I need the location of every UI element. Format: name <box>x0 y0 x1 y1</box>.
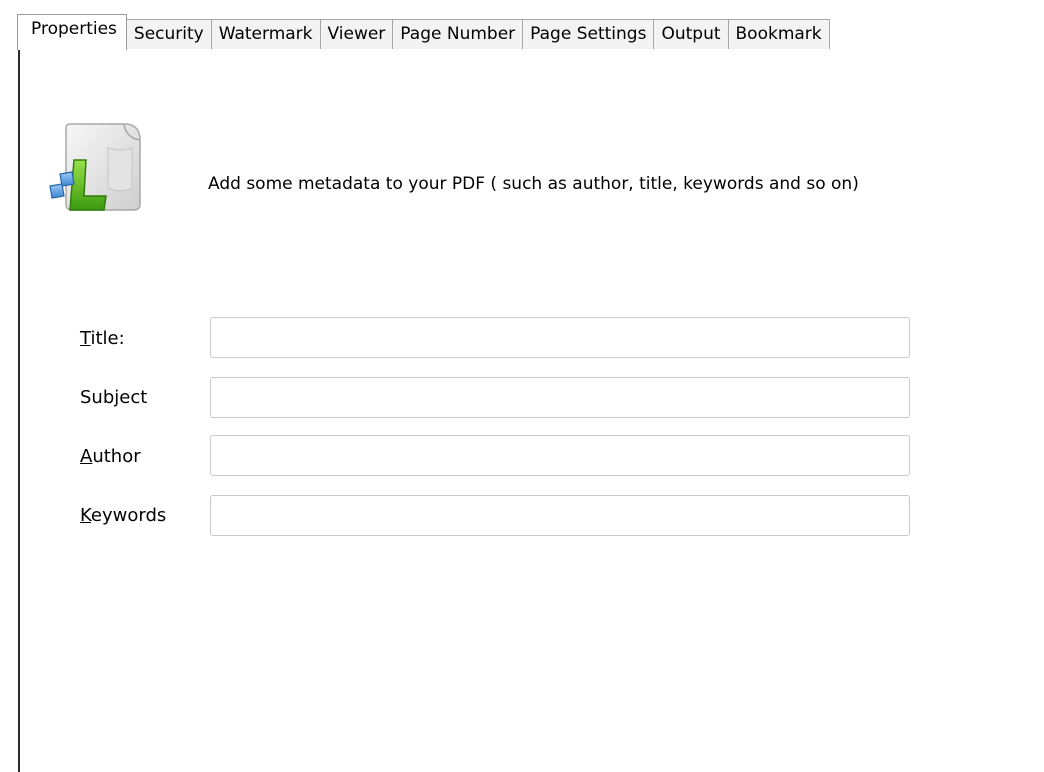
tab-output[interactable]: Output <box>653 19 729 49</box>
tab-watermark[interactable]: Watermark <box>210 19 321 49</box>
subject-label: Subject <box>80 387 148 408</box>
panel-description: Add some metadata to your PDF ( such as … <box>208 174 859 194</box>
tab-viewer[interactable]: Viewer <box>319 19 394 49</box>
author-label-mnemonic: A <box>80 446 93 467</box>
author-label: Author <box>80 446 141 467</box>
tab-properties[interactable]: Properties <box>17 14 127 50</box>
tab-strip: Properties Security Watermark Viewer Pag… <box>17 14 867 50</box>
title-label: Title: <box>80 328 125 349</box>
author-field[interactable] <box>210 435 910 476</box>
title-label-mnemonic: T <box>80 328 91 349</box>
tab-page-number[interactable]: Page Number <box>392 19 524 49</box>
subject-field[interactable] <box>210 377 910 418</box>
tab-page-settings[interactable]: Page Settings <box>522 19 655 49</box>
title-field[interactable] <box>210 317 910 358</box>
keywords-field[interactable] <box>210 495 910 536</box>
properties-window: Properties Security Watermark Viewer Pag… <box>0 0 1044 772</box>
keywords-label: Keywords <box>80 505 167 526</box>
keywords-label-mnemonic: K <box>80 505 91 526</box>
document-properties-icon <box>49 123 141 211</box>
tab-bookmark[interactable]: Bookmark <box>727 19 830 49</box>
tab-security[interactable]: Security <box>125 19 212 49</box>
